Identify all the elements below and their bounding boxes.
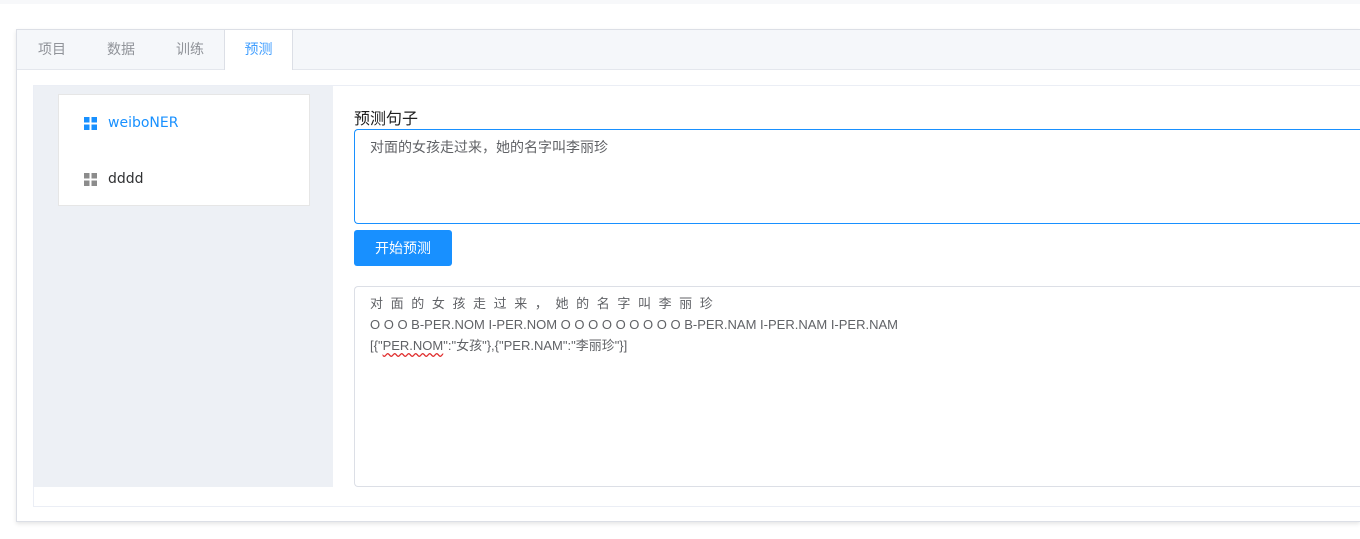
tab-training[interactable]: 训练 <box>176 30 204 69</box>
predict-panel: 预测句子 对面的女孩走过来，她的名字叫李丽珍 开始预测 对 面 的 女 孩 走 … <box>354 86 1360 487</box>
grid-icon <box>84 117 97 130</box>
result-tags: O O O B-PER.NOM I-PER.NOM O O O O O O O … <box>370 317 898 332</box>
menu-item-label: weiboNER <box>108 115 179 131</box>
tab-data[interactable]: 数据 <box>107 30 135 69</box>
section-title: 预测句子 <box>354 109 419 128</box>
sentence-input[interactable]: 对面的女孩走过来，她的名字叫李丽珍 <box>354 129 1360 224</box>
grid-icon <box>84 173 97 186</box>
tab-bar: 项目 数据 训练 预测 <box>17 30 1360 70</box>
menu-item-weiboner[interactable]: weiboNER <box>59 95 309 151</box>
spellcheck-flagged-text: PER.NOM <box>382 338 444 353</box>
prediction-result: 对 面 的 女 孩 走 过 来 ， 她 的 名 字 叫 李 丽 珍 O O O … <box>354 286 1360 487</box>
menu-item-label: dddd <box>108 171 144 187</box>
result-entities: [{"PER.NOM":"女孩"},{"PER.NAM":"李丽珍"}] <box>370 335 1349 356</box>
tab-projects[interactable]: 项目 <box>38 30 66 69</box>
top-strip <box>0 0 1360 4</box>
start-predict-button[interactable]: 开始预测 <box>354 230 452 266</box>
tab-content: weiboNER dddd 预测句子 对面的女孩走过来，她的名字叫李丽珍 开始预… <box>33 85 1360 507</box>
sidebar: weiboNER dddd <box>34 86 333 487</box>
entities-suffix: ":"女孩"},{"PER.NAM":"李丽珍"}] <box>443 338 628 353</box>
entities-prefix: [{" <box>370 338 383 353</box>
tabs-card: 项目 数据 训练 预测 weiboNER dddd 预测句子 对面的女孩走过来，… <box>16 29 1360 522</box>
tab-predict[interactable]: 预测 <box>224 30 293 70</box>
result-tokens: 对 面 的 女 孩 走 过 来 ， 她 的 名 字 叫 李 丽 珍 <box>370 296 715 311</box>
menu-item-dddd[interactable]: dddd <box>59 151 309 207</box>
model-menu: weiboNER dddd <box>58 94 310 206</box>
